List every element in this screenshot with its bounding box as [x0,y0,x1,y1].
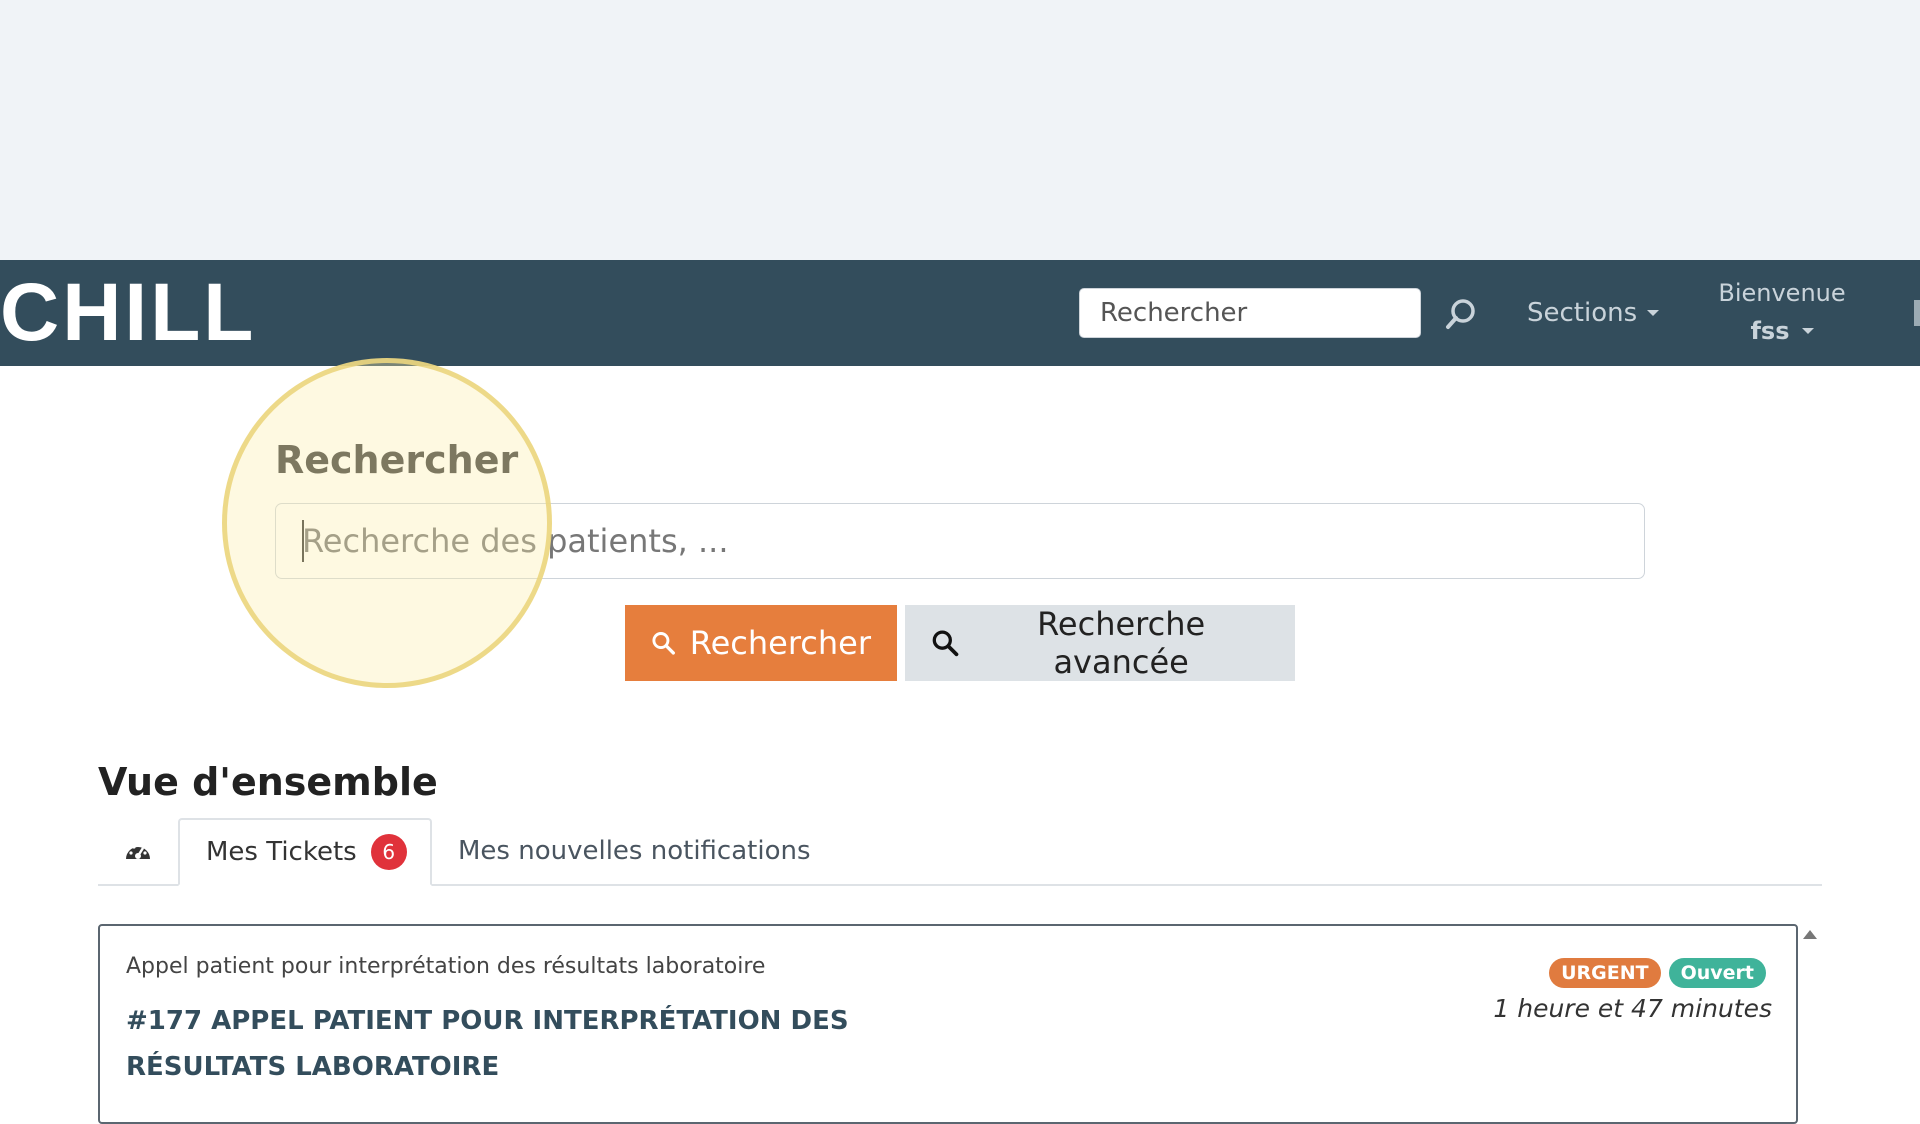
chevron-down-icon [1801,328,1814,334]
brand-logo[interactable]: CHILL [0,270,256,356]
overview-heading: Vue d'ensemble [98,760,438,804]
advanced-search-label: Recherche avancée [1037,605,1206,681]
navbar-overflow-item[interactable] [1914,300,1920,326]
tab-dashboard[interactable] [98,818,178,884]
tab-my-tickets[interactable]: Mes Tickets 6 [178,818,432,886]
navbar-search-input[interactable] [1079,288,1421,338]
tab-my-tickets-label: Mes Tickets [206,837,357,867]
tab-new-notifications[interactable]: Mes nouvelles notifications [432,818,811,884]
patient-search-input[interactable] [275,503,1645,579]
overview-tabs: Mes Tickets 6 Mes nouvelles notification… [98,818,1822,886]
priority-badge: URGENT [1549,958,1661,988]
ticket-card[interactable]: Appel patient pour interprétation des ré… [98,924,1798,1124]
ticket-elapsed-time: 1 heure et 47 minutes [1493,994,1772,1023]
tab-new-notifications-label: Mes nouvelles notifications [458,836,811,866]
welcome-label: Bienvenue [1718,279,1846,307]
search-icon [932,630,959,657]
dashboard-icon [126,845,150,859]
ticket-title[interactable]: #177 APPEL PATIENT POUR INTERPRÉTATION D… [126,998,886,1090]
advanced-search-button[interactable]: Recherche avancée [905,605,1295,681]
text-cursor [302,520,304,562]
sections-menu[interactable]: Sections [1527,288,1660,338]
search-submit-label: Rechercher [689,624,871,662]
navbar-search-button[interactable] [1436,289,1486,339]
status-badge: Ouvert [1668,958,1766,988]
browser-blank-area [0,0,1920,260]
sections-label: Sections [1527,298,1638,328]
tickets-count-badge: 6 [370,834,407,870]
scroll-up-arrow-icon[interactable] [1803,930,1817,939]
chevron-down-icon [1647,310,1660,316]
search-icon [652,632,675,655]
top-navbar: CHILL Sections Bienvenue fss [0,260,1920,366]
search-submit-button[interactable]: Rechercher [625,605,897,681]
user-menu[interactable]: Bienvenue fss [1712,274,1852,350]
search-icon [1446,299,1475,329]
search-heading: Rechercher [275,438,519,482]
ticket-subtitle: Appel patient pour interprétation des ré… [126,954,766,979]
username: fss [1750,317,1790,345]
